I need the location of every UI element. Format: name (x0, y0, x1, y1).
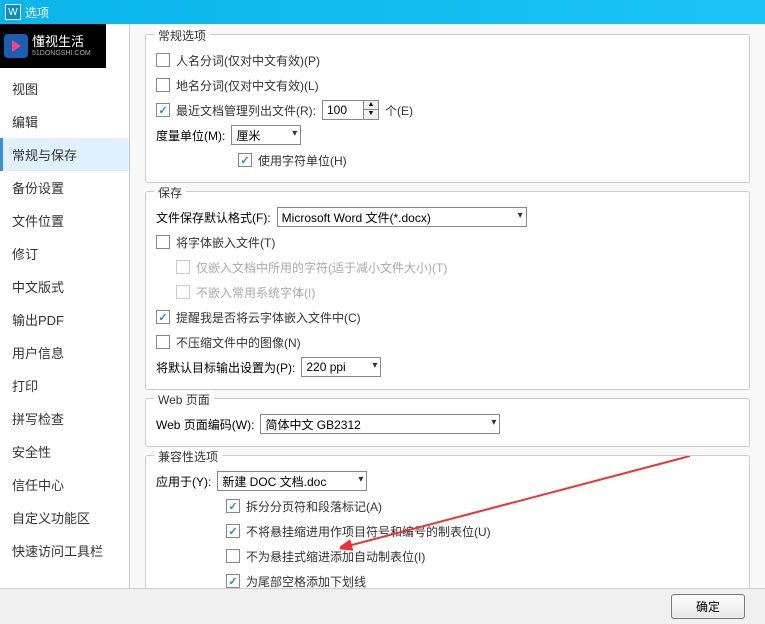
checkbox-recent-docs[interactable] (156, 103, 170, 117)
sidebar-item-2[interactable]: 常规与保存 (0, 138, 129, 171)
label-tail-underline: 为尾部空格添加下划线 (246, 573, 366, 590)
spinner-recent-count[interactable]: ▲ ▼ (322, 100, 379, 120)
spinner-down[interactable]: ▼ (364, 110, 378, 119)
group-title-web: Web 页面 (154, 391, 214, 408)
spinner-up[interactable]: ▲ (364, 101, 378, 110)
select-apply-to[interactable]: 新建 DOC 文档.doc (217, 471, 367, 491)
group-general: 常规选项 人名分词(仅对中文有效)(P) 地名分词(仅对中文有效)(L) 最近文… (145, 34, 750, 183)
label-no-hang-indent: 不将悬挂缩进用作项目符号和编号的制表位(U) (246, 523, 491, 540)
checkbox-embed-used-only (176, 260, 190, 274)
window-title: 选项 (25, 4, 49, 21)
checkbox-place-name[interactable] (156, 78, 170, 92)
sidebar: 视图编辑常规与保存备份设置文件位置修订中文版式输出PDF用户信息打印拼写检查安全… (0, 24, 130, 624)
group-title-compat: 兼容性选项 (154, 448, 222, 465)
sidebar-item-11[interactable]: 安全性 (0, 435, 129, 468)
app-icon: W (5, 4, 21, 20)
sidebar-item-3[interactable]: 备份设置 (0, 171, 129, 204)
label-no-compress-img: 不压缩文件中的图像(N) (176, 334, 301, 351)
ok-button[interactable]: 确定 (671, 594, 745, 619)
label-default-format: 文件保存默认格式(F): (156, 209, 271, 226)
sidebar-item-9[interactable]: 打印 (0, 369, 129, 402)
select-unit[interactable]: 厘米 (231, 125, 301, 145)
group-title-save: 保存 (154, 184, 186, 201)
label-no-hang-tab: 不为悬挂式缩进添加自动制表位(I) (246, 548, 425, 565)
checkbox-tail-underline[interactable] (226, 574, 240, 588)
sidebar-item-5[interactable]: 修订 (0, 237, 129, 270)
group-save: 保存 文件保存默认格式(F): Microsoft Word 文件(*.docx… (145, 191, 750, 390)
checkbox-split-page[interactable] (226, 499, 240, 513)
group-web: Web 页面 Web 页面编码(W): 简体中文 GB2312 (145, 398, 750, 447)
sidebar-item-0[interactable]: 视图 (0, 72, 129, 105)
checkbox-no-compress-img[interactable] (156, 335, 170, 349)
label-web-encoding: Web 页面编码(W): (156, 416, 254, 433)
label-recent-unit: 个(E) (385, 102, 413, 119)
sidebar-item-12[interactable]: 信任中心 (0, 468, 129, 501)
sidebar-item-10[interactable]: 拼写检查 (0, 402, 129, 435)
checkbox-char-unit[interactable] (238, 153, 252, 167)
logo-subtext: 51DONGSHI.COM (32, 50, 91, 57)
select-web-encoding[interactable]: 简体中文 GB2312 (260, 414, 500, 434)
checkbox-no-hang-tab[interactable] (226, 549, 240, 563)
label-no-embed-system: 不嵌入常用系统字体(I) (196, 284, 315, 301)
sidebar-item-14[interactable]: 快速访问工具栏 (0, 534, 129, 567)
select-default-output[interactable]: 220 ppi (301, 357, 381, 377)
sidebar-item-13[interactable]: 自定义功能区 (0, 501, 129, 534)
label-unit: 度量单位(M): (156, 127, 225, 144)
sidebar-item-1[interactable]: 编辑 (0, 105, 129, 138)
label-default-output: 将默认目标输出设置为(P): (156, 359, 295, 376)
sidebar-item-4[interactable]: 文件位置 (0, 204, 129, 237)
group-title-general: 常规选项 (154, 27, 210, 44)
sidebar-item-6[interactable]: 中文版式 (0, 270, 129, 303)
play-icon (4, 34, 28, 58)
sidebar-item-8[interactable]: 用户信息 (0, 336, 129, 369)
button-bar: 确定 (0, 588, 765, 624)
label-recent-docs: 最近文档管理列出文件(R): (176, 102, 316, 119)
checkbox-no-embed-system (176, 285, 190, 299)
label-remind-cloud: 提醒我是否将云字体嵌入文件中(C) (176, 309, 361, 326)
label-place-name: 地名分词(仅对中文有效)(L) (176, 77, 319, 94)
label-char-unit: 使用字符单位(H) (258, 152, 347, 169)
checkbox-embed-fonts[interactable] (156, 235, 170, 249)
checkbox-person-name[interactable] (156, 53, 170, 67)
checkbox-remind-cloud[interactable] (156, 310, 170, 324)
label-embed-used-only: 仅嵌入文档中所用的字符(适于减小文件大小)(T) (196, 259, 447, 276)
input-recent-count[interactable] (323, 101, 363, 119)
label-embed-fonts: 将字体嵌入文件(T) (176, 234, 275, 251)
checkbox-no-hang-indent[interactable] (226, 524, 240, 538)
sidebar-item-7[interactable]: 输出PDF (0, 303, 129, 336)
logo-text: 懂视生活 (32, 35, 91, 49)
label-split-page: 拆分分页符和段落标记(A) (246, 498, 382, 515)
select-default-format[interactable]: Microsoft Word 文件(*.docx) (277, 207, 527, 227)
label-person-name: 人名分词(仅对中文有效)(P) (176, 52, 320, 69)
label-apply-to: 应用于(Y): (156, 473, 211, 490)
watermark-logo: 懂视生活 51DONGSHI.COM (0, 24, 106, 68)
content-panel: 常规选项 人名分词(仅对中文有效)(P) 地名分词(仅对中文有效)(L) 最近文… (130, 24, 765, 624)
